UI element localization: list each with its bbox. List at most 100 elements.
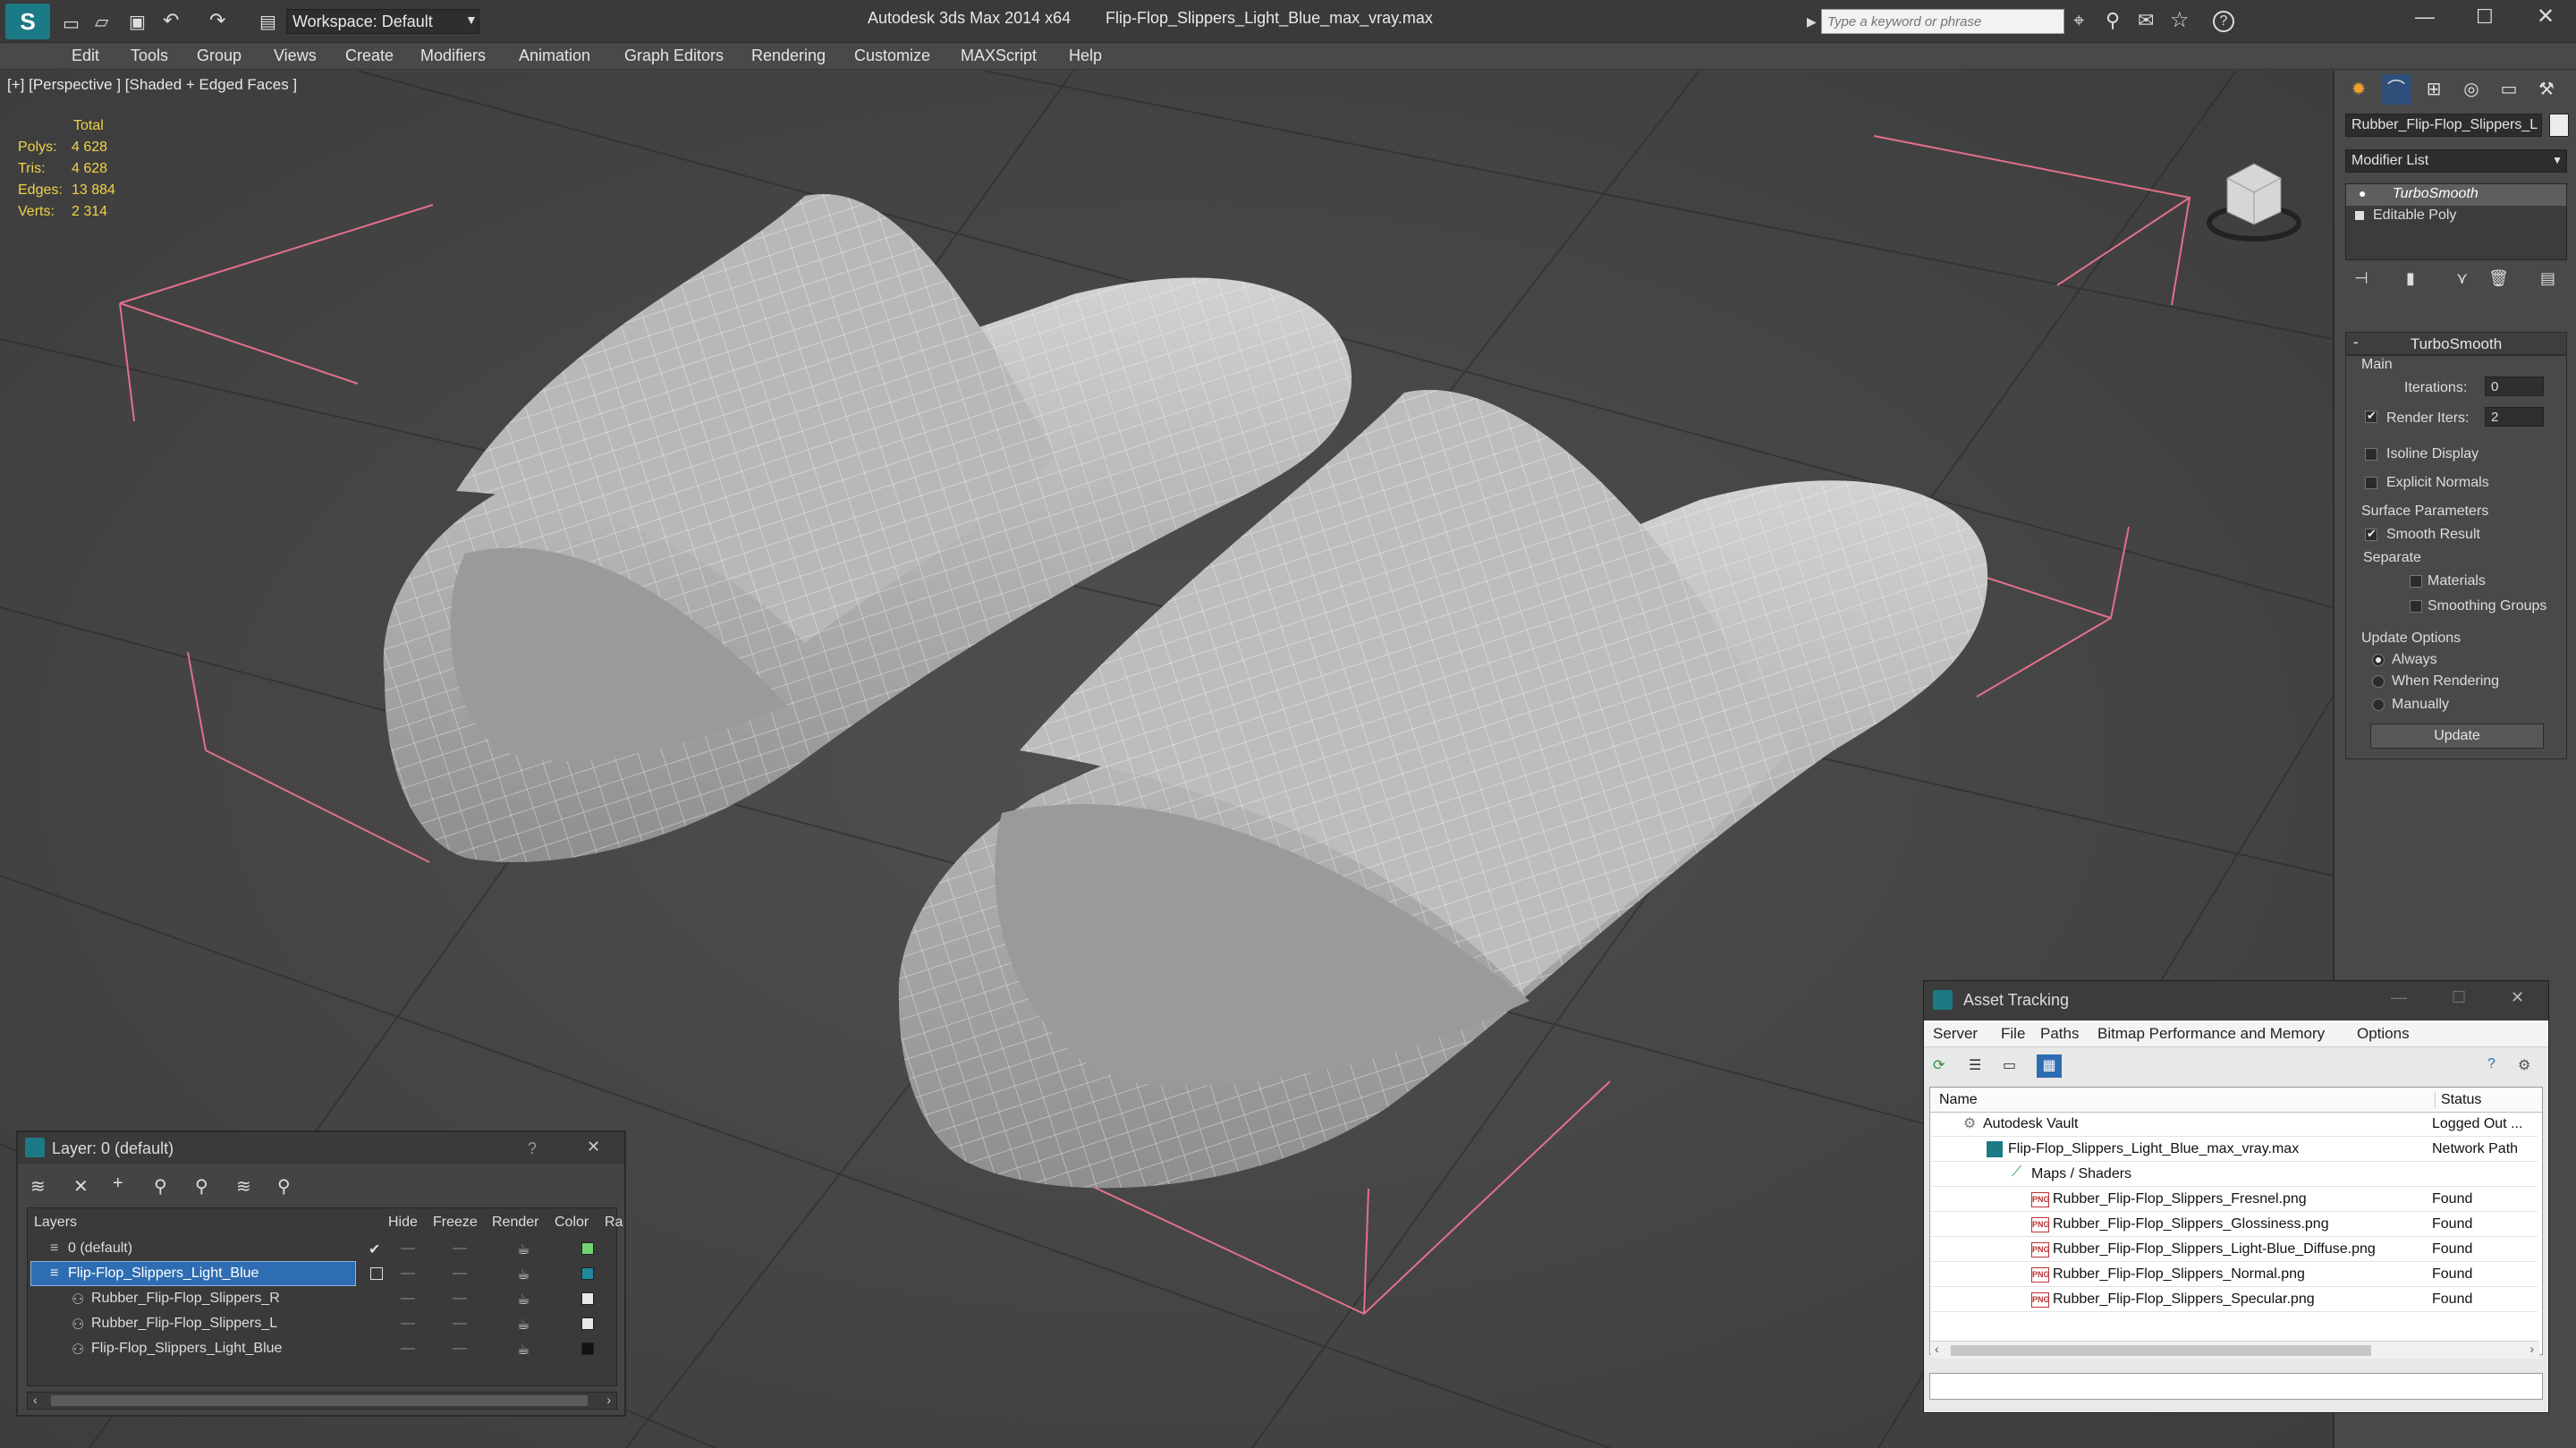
asset-menu-file[interactable]: File [2001,1025,2025,1043]
add-selection-box-icon[interactable] [370,1267,383,1280]
new-file-icon[interactable]: ▭ [63,13,80,35]
object-name-field[interactable]: Rubber_Flip-Flop_Slippers_L [2345,114,2542,137]
layer-row-selected[interactable]: ≡ Flip-Flop_Slippers_Light_Blue — — ☕ [29,1261,612,1286]
menu-group[interactable]: Group [197,47,242,65]
add-to-layer-icon[interactable]: + [113,1173,123,1194]
menu-create[interactable]: Create [345,47,394,65]
show-end-result-icon[interactable]: ▮ [2406,269,2415,288]
delete-layer-icon[interactable]: ✕ [73,1175,89,1198]
asset-menu-paths[interactable]: Paths [2040,1025,2079,1043]
layer-row[interactable]: ⚇ Rubber_Flip-Flop_Slippers_L — — ☕ [29,1311,612,1336]
manually-radio[interactable] [2372,699,2385,711]
utilities-tab-icon[interactable]: ⚒ [2531,74,2562,105]
asset-row-png[interactable]: PNG Rubber_Flip-Flop_Slippers_Light-Blue… [1931,1237,2538,1262]
render-teapot-icon[interactable]: ☕ [517,1341,530,1359]
asset-menu-options[interactable]: Options [2357,1025,2410,1043]
workspace-dropdown[interactable]: Workspace: Default [286,9,479,34]
always-radio[interactable] [2372,654,2385,666]
create-tab-icon[interactable]: ✹ [2343,74,2374,105]
scroll-left-icon[interactable]: ‹ [33,1393,38,1407]
motion-tab-icon[interactable]: ◎ [2456,74,2487,105]
pin-stack-icon[interactable]: ⊣ [2354,269,2368,288]
menu-rendering[interactable]: Rendering [751,47,826,65]
refresh-icon[interactable]: ⟳ [1933,1056,1945,1074]
asset-menu-server[interactable]: Server [1933,1025,1978,1043]
asset-row-png[interactable]: PNG Rubber_Flip-Flop_Slippers_Fresnel.pn… [1931,1187,2538,1212]
modify-tab-icon[interactable]: ⌒ [2381,74,2411,105]
col-radiosity[interactable]: Ra [605,1215,623,1231]
render-teapot-icon[interactable]: ☕ [517,1291,530,1308]
hierarchy-tab-icon[interactable]: ⊞ [2419,74,2449,105]
redo-icon[interactable]: ↷ [209,9,225,32]
menu-edit[interactable]: Edit [72,47,99,65]
iterations-spinner[interactable]: 0 [2485,377,2544,396]
select-objects-icon[interactable]: ⚲ [154,1175,167,1198]
close-icon[interactable]: ✕ [2537,4,2555,30]
layer-color-swatch[interactable] [581,1317,594,1330]
subscription-icon[interactable]: ⚲ [2106,9,2120,32]
search-input[interactable] [1821,9,2064,34]
col-name-header[interactable]: Name [1939,1092,1978,1108]
asset-row-png[interactable]: PNG Rubber_Flip-Flop_Slippers_Specular.p… [1931,1287,2538,1312]
freeze-toggle[interactable]: — [453,1341,467,1357]
binoculars-icon[interactable]: ⌖ [2073,9,2084,32]
isoline-display-checkbox[interactable] [2365,448,2377,461]
scroll-left-icon[interactable]: ‹ [1935,1342,1939,1356]
col-status-header[interactable]: Status [2435,1092,2481,1108]
app-logo-icon[interactable]: S [5,4,50,39]
help-icon[interactable]: ? [2487,1056,2496,1072]
hide-all-icon[interactable]: ≋ [236,1175,251,1198]
asset-menu-bitmap[interactable]: Bitmap Performance and Memory [2097,1025,2325,1043]
asset-row-png[interactable]: PNG Rubber_Flip-Flop_Slippers_Glossiness… [1931,1212,2538,1237]
col-layers[interactable]: Layers [34,1215,77,1231]
list-view-icon[interactable]: ☰ [1969,1056,1981,1074]
hide-toggle[interactable]: — [401,1241,415,1257]
layer-color-swatch[interactable] [581,1242,594,1255]
highlight-layer-icon[interactable]: ⚲ [195,1175,208,1198]
maximize-icon[interactable]: ☐ [2476,5,2494,29]
hide-toggle[interactable]: — [401,1316,415,1332]
col-freeze[interactable]: Freeze [433,1215,478,1231]
remove-modifier-icon[interactable]: 🗑 [2488,269,2509,288]
layer-help-icon[interactable]: ? [528,1139,537,1158]
modifier-list-dropdown[interactable]: Modifier List ▼ [2345,149,2567,173]
freeze-toggle[interactable]: — [453,1291,467,1307]
materials-checkbox[interactable] [2410,575,2422,588]
scroll-thumb[interactable] [1951,1345,2371,1356]
expand-plus-icon[interactable] [2355,211,2364,220]
favorites-star-icon[interactable]: ☆ [2170,7,2190,33]
layer-close-icon[interactable]: ✕ [587,1138,600,1156]
asset-row-maps[interactable]: ⟋ Maps / Shaders [1931,1162,2538,1187]
render-iters-checkbox[interactable] [2365,409,2377,423]
scroll-thumb[interactable] [51,1395,588,1406]
layer-color-swatch[interactable] [581,1292,594,1305]
col-color[interactable]: Color [555,1215,589,1231]
render-iters-spinner[interactable]: 2 [2485,407,2544,427]
undo-icon[interactable]: ↶ [163,9,179,32]
asset-window-title-bar[interactable]: Asset Tracking — ☐ ✕ [1924,981,2548,1020]
layer-row[interactable]: ⚇ Rubber_Flip-Flop_Slippers_R — — ☕ [29,1286,612,1311]
layer-row[interactable]: ≡ 0 (default) ✔ — — ☕ [29,1236,612,1261]
hold-icon[interactable]: ▤ [259,11,276,33]
viewport-label[interactable]: [+] [Perspective ] [Shaded + Edged Faces… [7,76,297,94]
hide-toggle[interactable]: — [401,1341,415,1357]
layer-row[interactable]: ⚇ Flip-Flop_Slippers_Light_Blue — — ☕ [29,1336,612,1361]
asset-row-png[interactable]: PNG Rubber_Flip-Flop_Slippers_Normal.png… [1931,1262,2538,1287]
update-button[interactable]: Update [2370,724,2544,749]
layer-window-title-bar[interactable]: Layer: 0 (default) ? ✕ [18,1132,624,1164]
explicit-normals-checkbox[interactable] [2365,477,2377,489]
make-unique-icon[interactable]: ⋎ [2456,269,2468,288]
table-view-icon[interactable]: ▦ [2037,1054,2062,1078]
turbosmooth-rollout-header[interactable]: - TurboSmooth [2345,332,2567,355]
scroll-right-icon[interactable]: › [2529,1342,2534,1356]
when-rendering-radio[interactable] [2372,675,2385,688]
layer-color-swatch[interactable] [581,1267,594,1280]
scroll-right-icon[interactable]: › [606,1393,611,1407]
active-check-icon[interactable]: ✔ [369,1241,380,1258]
stack-bulb-icon[interactable]: ● [2359,186,2366,200]
menu-animation[interactable]: Animation [519,47,590,65]
settings-icon[interactable]: ⚙ [2518,1056,2530,1074]
menu-customize[interactable]: Customize [854,47,930,65]
asset-row-vault[interactable]: ⚙ Autodesk Vault Logged Out ... [1931,1112,2538,1137]
communication-icon[interactable]: ✉ [2138,9,2154,32]
